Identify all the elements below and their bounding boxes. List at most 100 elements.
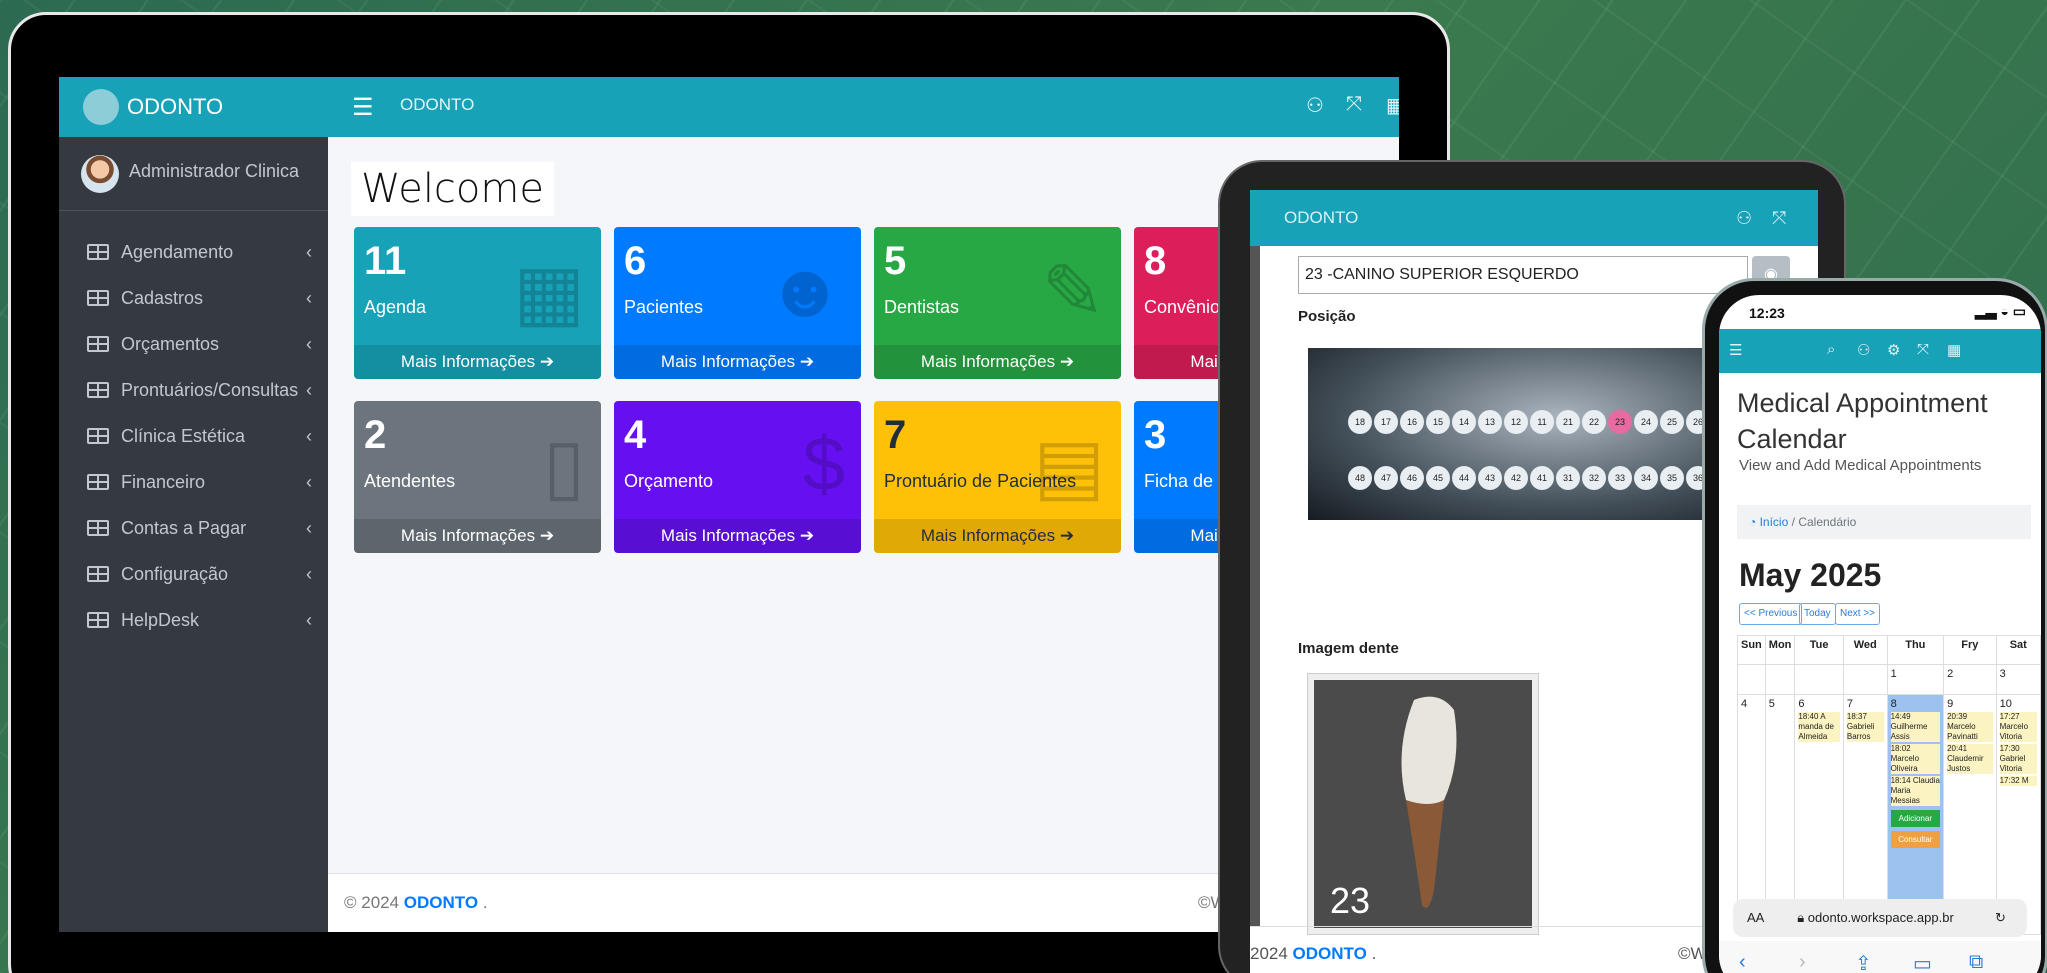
tooth-label[interactable]: 47: [1374, 466, 1398, 490]
calendar-day[interactable]: 1: [1886, 664, 1945, 696]
appointment[interactable]: 20:39 Marcelo Pavinatti: [1947, 712, 1993, 743]
fullscreen-icon[interactable]: ⤧: [1772, 190, 1786, 246]
more-info-link[interactable]: Mais Informações ➔: [614, 519, 861, 553]
more-info-link[interactable]: Mais Informações ➔: [874, 519, 1121, 553]
tooth-label[interactable]: 24: [1634, 410, 1658, 434]
tooth-label[interactable]: 22: [1582, 410, 1606, 434]
footer-brand-link[interactable]: ODONTO: [1293, 944, 1367, 963]
tooth-label[interactable]: 44: [1452, 466, 1476, 490]
topbar-brand[interactable]: ODONTO: [400, 95, 474, 115]
tooth-label[interactable]: 25: [1660, 410, 1684, 434]
brand-link[interactable]: ODONTO: [59, 77, 328, 137]
breadcrumb-home[interactable]: ◔ Início: [1749, 515, 1788, 529]
calendar-day[interactable]: [1737, 664, 1766, 696]
appointment[interactable]: 18:37 Gabrieli Barros: [1846, 712, 1884, 743]
sidebar-item-prontuarios[interactable]: Prontuários/Consultas ‹: [87, 370, 312, 410]
sidebar-item-agendamento[interactable]: Agendamento ‹: [87, 232, 312, 272]
sidebar-item-configuracao[interactable]: Configuração ‹: [87, 554, 312, 594]
back-icon[interactable]: ‹: [1739, 951, 1746, 973]
appointment[interactable]: 17:32 M: [1999, 776, 2037, 787]
calendar-day[interactable]: [1794, 664, 1844, 696]
text-size-button[interactable]: AA: [1747, 910, 1764, 925]
search-icon[interactable]: ⌕: [1827, 341, 1835, 358]
tooth-label[interactable]: 31: [1556, 466, 1580, 490]
tabs-icon[interactable]: ⧉: [1969, 951, 1983, 973]
appointment[interactable]: 17:27 Marcelo Vitoria: [1999, 712, 2037, 743]
calendar-weekday: Wed: [1842, 634, 1888, 666]
footer-brand-link[interactable]: ODONTO: [404, 893, 478, 912]
calendar-icon: ▦: [513, 250, 585, 335]
tooth-select[interactable]: 23 -CANINO SUPERIOR ESQUERDO: [1298, 256, 1748, 294]
brand-logo-icon: [83, 89, 119, 125]
reload-icon[interactable]: ↻: [1995, 899, 2006, 937]
browser-url-bar[interactable]: AA 🔒︎ odonto.workspace.app.br ↻: [1733, 899, 2027, 937]
appointment[interactable]: 14:49 Guilherme Assis: [1890, 712, 1941, 743]
tooth-label[interactable]: 18: [1348, 410, 1372, 434]
appointment[interactable]: 18:02 Marcelo Oliveira: [1890, 744, 1941, 775]
sidebar-item-contas-a-pagar[interactable]: Contas a Pagar ‹: [87, 508, 312, 548]
grid-icon[interactable]: ▦: [1386, 93, 1399, 118]
more-info-link[interactable]: Mais Informações ➔: [874, 345, 1121, 379]
add-appointment-button[interactable]: Adicionar: [1890, 810, 1941, 828]
tooth-label[interactable]: 48: [1348, 466, 1372, 490]
bookmarks-icon[interactable]: ▭: [1913, 951, 1932, 973]
appointment[interactable]: 18:14 Claudia Maria Messias: [1890, 776, 1941, 807]
gear-icon[interactable]: ⚙: [1887, 341, 1900, 359]
tooth-label[interactable]: 35: [1660, 466, 1684, 490]
tooth-label[interactable]: 45: [1426, 466, 1450, 490]
tooth-label[interactable]: 11: [1530, 410, 1554, 434]
tooth-label[interactable]: 32: [1582, 466, 1606, 490]
tooth-label[interactable]: 12: [1504, 410, 1528, 434]
forward-icon[interactable]: ›: [1799, 951, 1806, 973]
tooth-label[interactable]: 43: [1478, 466, 1502, 490]
consult-button[interactable]: Consultar: [1890, 831, 1941, 849]
sidebar-item-cadastros[interactable]: Cadastros ‹: [87, 278, 312, 318]
tooth-image: 23: [1307, 673, 1539, 935]
hamburger-menu-icon[interactable]: ☰: [1729, 341, 1742, 359]
money-icon: $: [802, 422, 845, 507]
tooth-label[interactable]: 46: [1400, 466, 1424, 490]
user-panel[interactable]: Administrador Clinica: [59, 137, 328, 211]
breadcrumb-current: Calendário: [1798, 515, 1857, 529]
next-month-button[interactable]: Next >>: [1835, 603, 1881, 625]
tablet-navbar: ODONTO ⚇ ⤧: [1250, 190, 1818, 246]
fullscreen-icon[interactable]: ⤧: [1346, 93, 1362, 116]
breadcrumb: ◔ Início / Calendário: [1737, 505, 2031, 539]
appointment[interactable]: 17:30 Gabriel Vitoria: [1999, 744, 2037, 775]
tooth-label[interactable]: 34: [1634, 466, 1658, 490]
tooth-label[interactable]: 21: [1556, 410, 1580, 434]
calendar-day[interactable]: 3: [1995, 664, 2041, 696]
more-info-link[interactable]: Mais Informações ➔: [354, 345, 601, 379]
tablet-brand[interactable]: ODONTO: [1284, 208, 1358, 227]
calendar-day[interactable]: [1764, 664, 1796, 696]
more-info-link[interactable]: Mais Informações ➔: [614, 345, 861, 379]
appointment[interactable]: 18:40 A manda de Almeida: [1798, 712, 1840, 743]
more-info-link[interactable]: Mais Informações ➔: [354, 519, 601, 553]
fullscreen-icon[interactable]: ⤧: [1917, 341, 1929, 358]
tooth-label[interactable]: 13: [1478, 410, 1502, 434]
user-icon[interactable]: ⚇: [1857, 341, 1870, 359]
hamburger-menu-icon[interactable]: ☰: [352, 93, 374, 122]
user-icon[interactable]: ⚇: [1736, 190, 1752, 246]
appointment[interactable]: 20:41 Claudemir Justos: [1947, 744, 1993, 775]
calendar-day[interactable]: 2: [1943, 664, 1997, 696]
tooth-label[interactable]: 41: [1530, 466, 1554, 490]
sidebar-item-orcamentos[interactable]: Orçamentos ‹: [87, 324, 312, 364]
today-button[interactable]: Today: [1799, 603, 1836, 625]
tooth-label[interactable]: 17: [1374, 410, 1398, 434]
tooth-label[interactable]: 16: [1400, 410, 1424, 434]
tooth-label[interactable]: 33: [1608, 466, 1632, 490]
tooth-label[interactable]: 42: [1504, 466, 1528, 490]
previous-month-button[interactable]: << Previous: [1739, 603, 1803, 625]
share-icon[interactable]: ⇪: [1855, 951, 1872, 973]
grid-icon[interactable]: ▦: [1947, 341, 1961, 359]
tooth-label[interactable]: 23: [1608, 410, 1632, 434]
tooth-label[interactable]: 15: [1426, 410, 1450, 434]
sidebar-item-financeiro[interactable]: Financeiro ‹: [87, 462, 312, 502]
sidebar-item-helpdesk[interactable]: HelpDesk ‹: [87, 600, 312, 640]
small-box-dentistas: 5 Dentistas ✎ Mais Informações ➔: [874, 227, 1121, 379]
calendar-day[interactable]: [1842, 664, 1888, 696]
user-icon[interactable]: ⚇: [1306, 93, 1324, 118]
tooth-label[interactable]: 14: [1452, 410, 1476, 434]
sidebar-item-clinica-estetica[interactable]: Clínica Estética ‹: [87, 416, 312, 456]
